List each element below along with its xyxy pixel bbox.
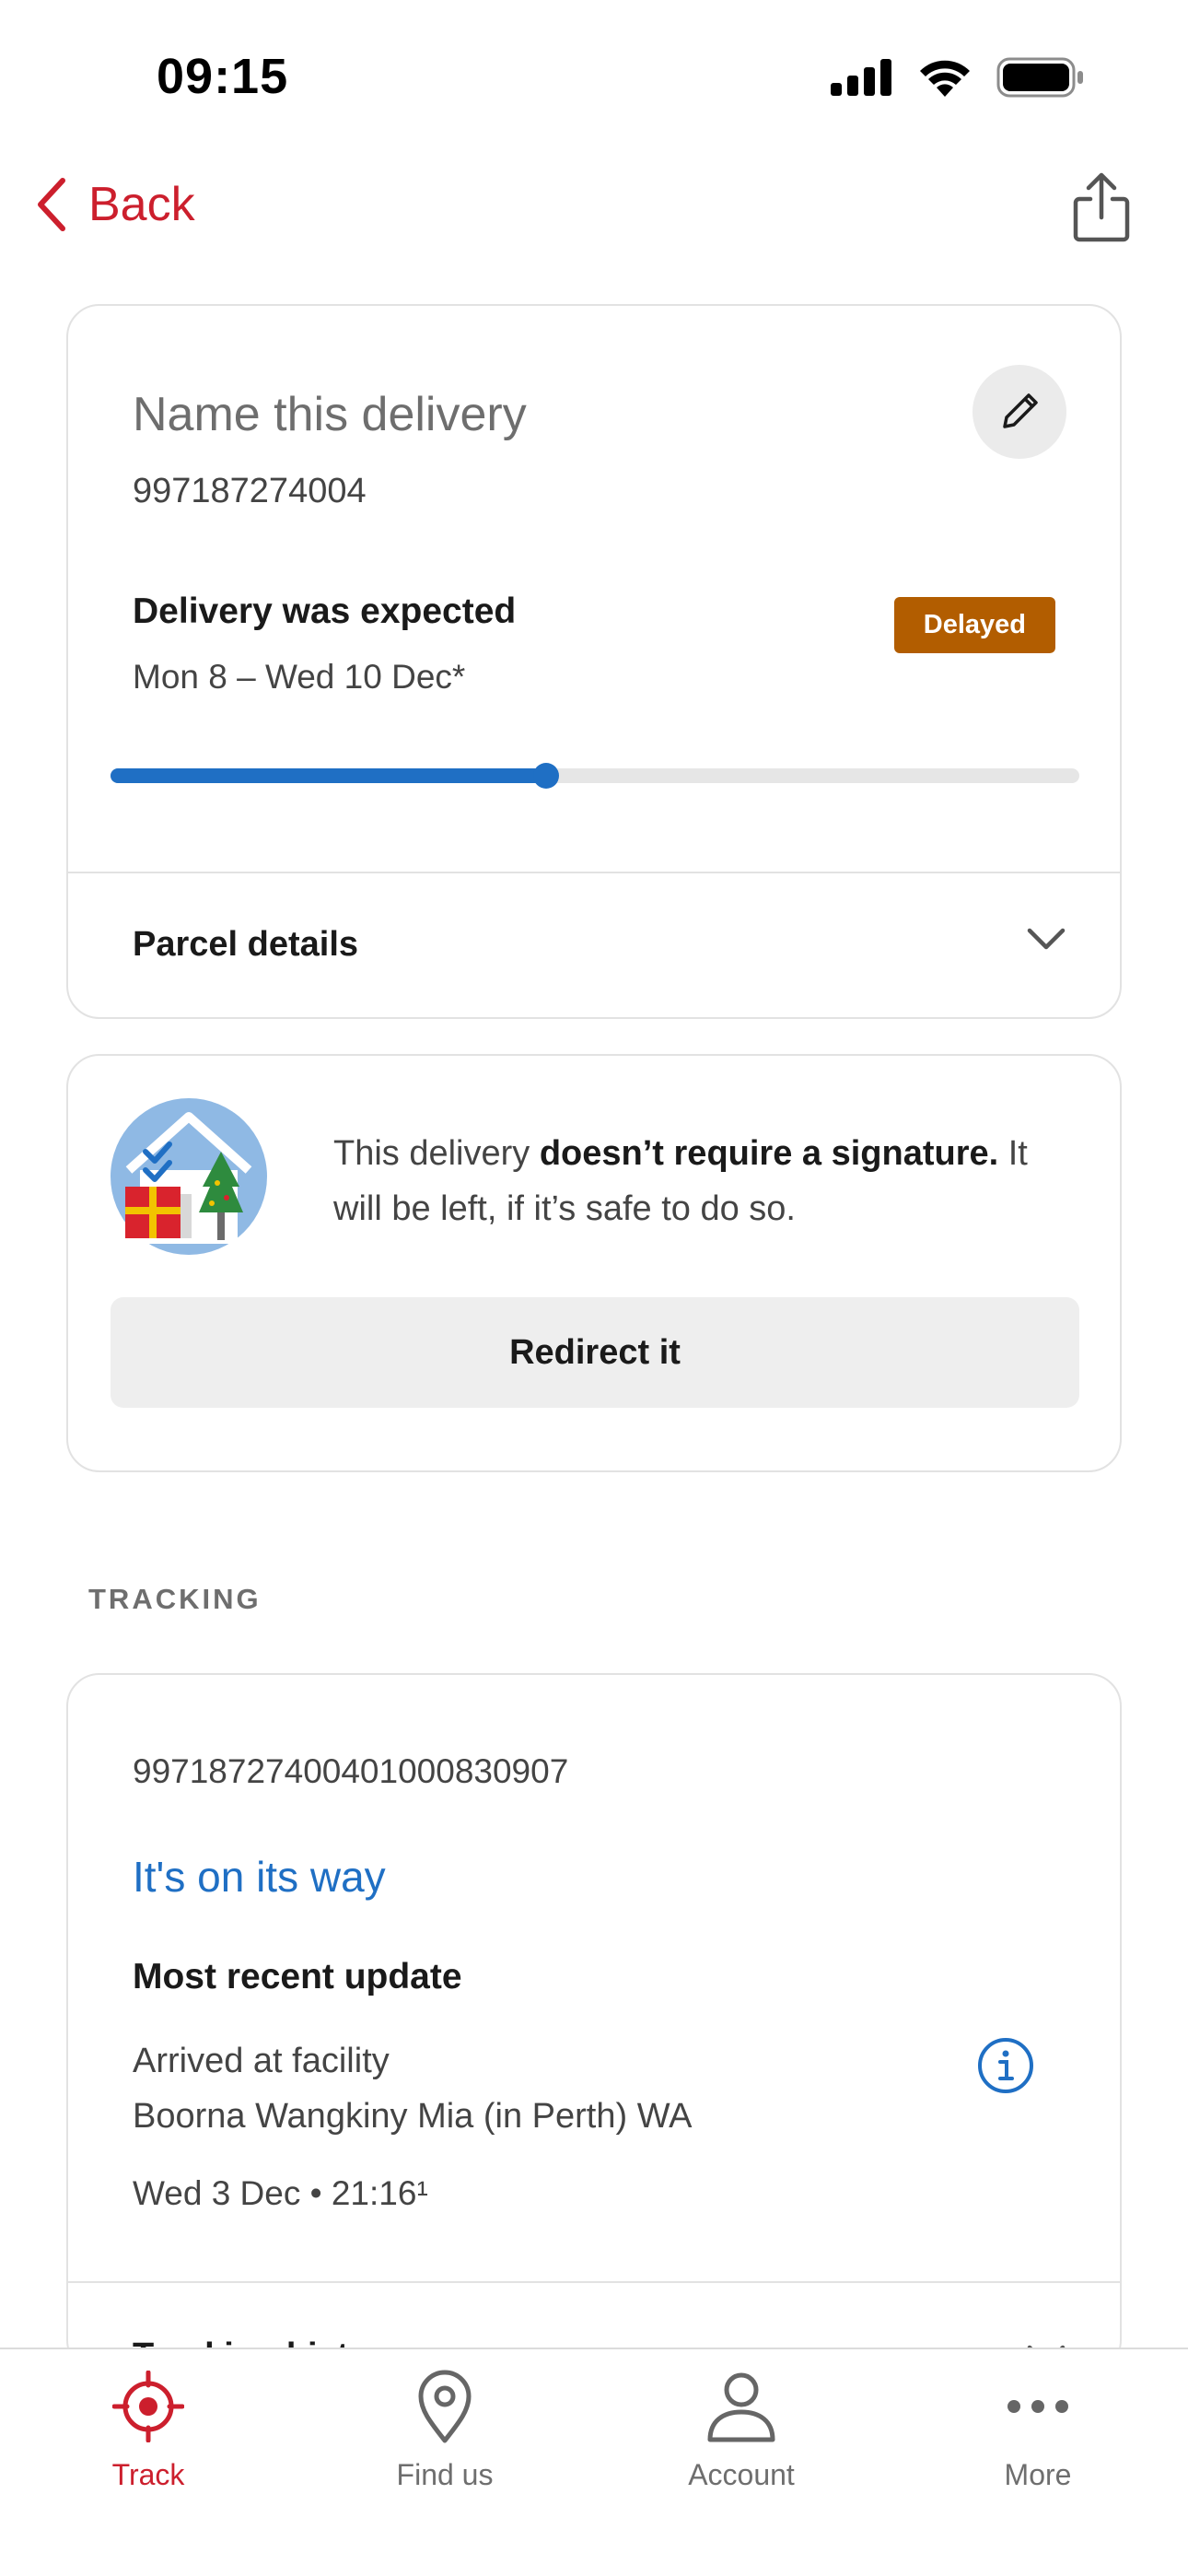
status-bar: 09:15 [0,0,1188,157]
tab-more[interactable]: More [890,2349,1186,2534]
signature-card: This delivery doesn’t require a signatur… [66,1054,1122,1472]
redirect-button[interactable]: Redirect it [111,1297,1079,1408]
pencil-icon [1003,393,1038,428]
back-button[interactable]: Back [35,177,195,232]
item-tracking-number: 99718727400401000830907 [133,1752,569,1790]
share-icon [1073,172,1130,242]
edit-name-button[interactable] [973,365,1066,459]
expected-label: Delivery was expected [133,591,517,631]
tab-label: Track [111,2458,185,2491]
parcel-details-toggle[interactable]: Parcel details [68,873,1120,1017]
status-icons [831,57,1085,98]
tracking-status-headline: It's on its way [133,1853,386,1901]
tab-label: Find us [396,2458,494,2491]
location-pin-icon [418,2370,472,2443]
progress-fill [111,768,547,783]
expected-dates: Mon 8 – Wed 10 Dec* [133,658,466,696]
event-location: Boorna Wangkiny Mia (in Perth) WA [133,2097,693,2136]
house-gift-illustration [111,1098,267,1255]
event-datetime: Wed 3 Dec • 21:16¹ [133,2174,428,2212]
delivery-progress-bar [111,763,1079,789]
parcel-details-label: Parcel details [133,925,359,964]
status-badge: Delayed [893,597,1055,653]
delivery-summary-card: Name this delivery 997187274004 Delivery… [66,304,1122,1019]
tab-label: More [1004,2458,1072,2491]
wifi-icon [920,60,970,97]
person-icon [707,2372,775,2442]
back-label: Back [88,178,195,231]
tracking-card: 99718727400401000830907 It's on its way … [66,1673,1122,2373]
signature-notice: This delivery doesn’t require a signatur… [333,1134,1028,1228]
delivery-name-placeholder[interactable]: Name this delivery [133,387,527,442]
nav-bar: Back [0,166,1188,258]
delivery-tracking-number: 997187274004 [133,472,367,510]
track-target-icon [112,2371,184,2442]
tab-label: Account [688,2458,795,2491]
more-dots-icon [1007,2400,1068,2413]
bottom-tab-bar: Track Find us Account More [0,2348,1188,2576]
most-recent-update-label: Most recent update [133,1957,462,1996]
chevron-down-icon [1027,928,1066,950]
info-icon [978,2038,1033,2093]
battery-icon [996,57,1083,98]
tracking-section-heading: TRACKING [88,1583,262,1615]
status-time: 09:15 [157,49,289,104]
chevron-left-icon [38,178,65,231]
home-indicator [414,2545,774,2558]
tab-account[interactable]: Account [593,2349,890,2534]
event-title: Arrived at facility [133,2042,390,2080]
tab-track[interactable]: Track [0,2349,297,2534]
cellular-signal-icon [831,59,891,96]
progress-knob [533,763,560,789]
tab-find-us[interactable]: Find us [297,2349,593,2534]
event-info-button[interactable] [976,2036,1035,2100]
share-button[interactable] [1072,170,1131,248]
